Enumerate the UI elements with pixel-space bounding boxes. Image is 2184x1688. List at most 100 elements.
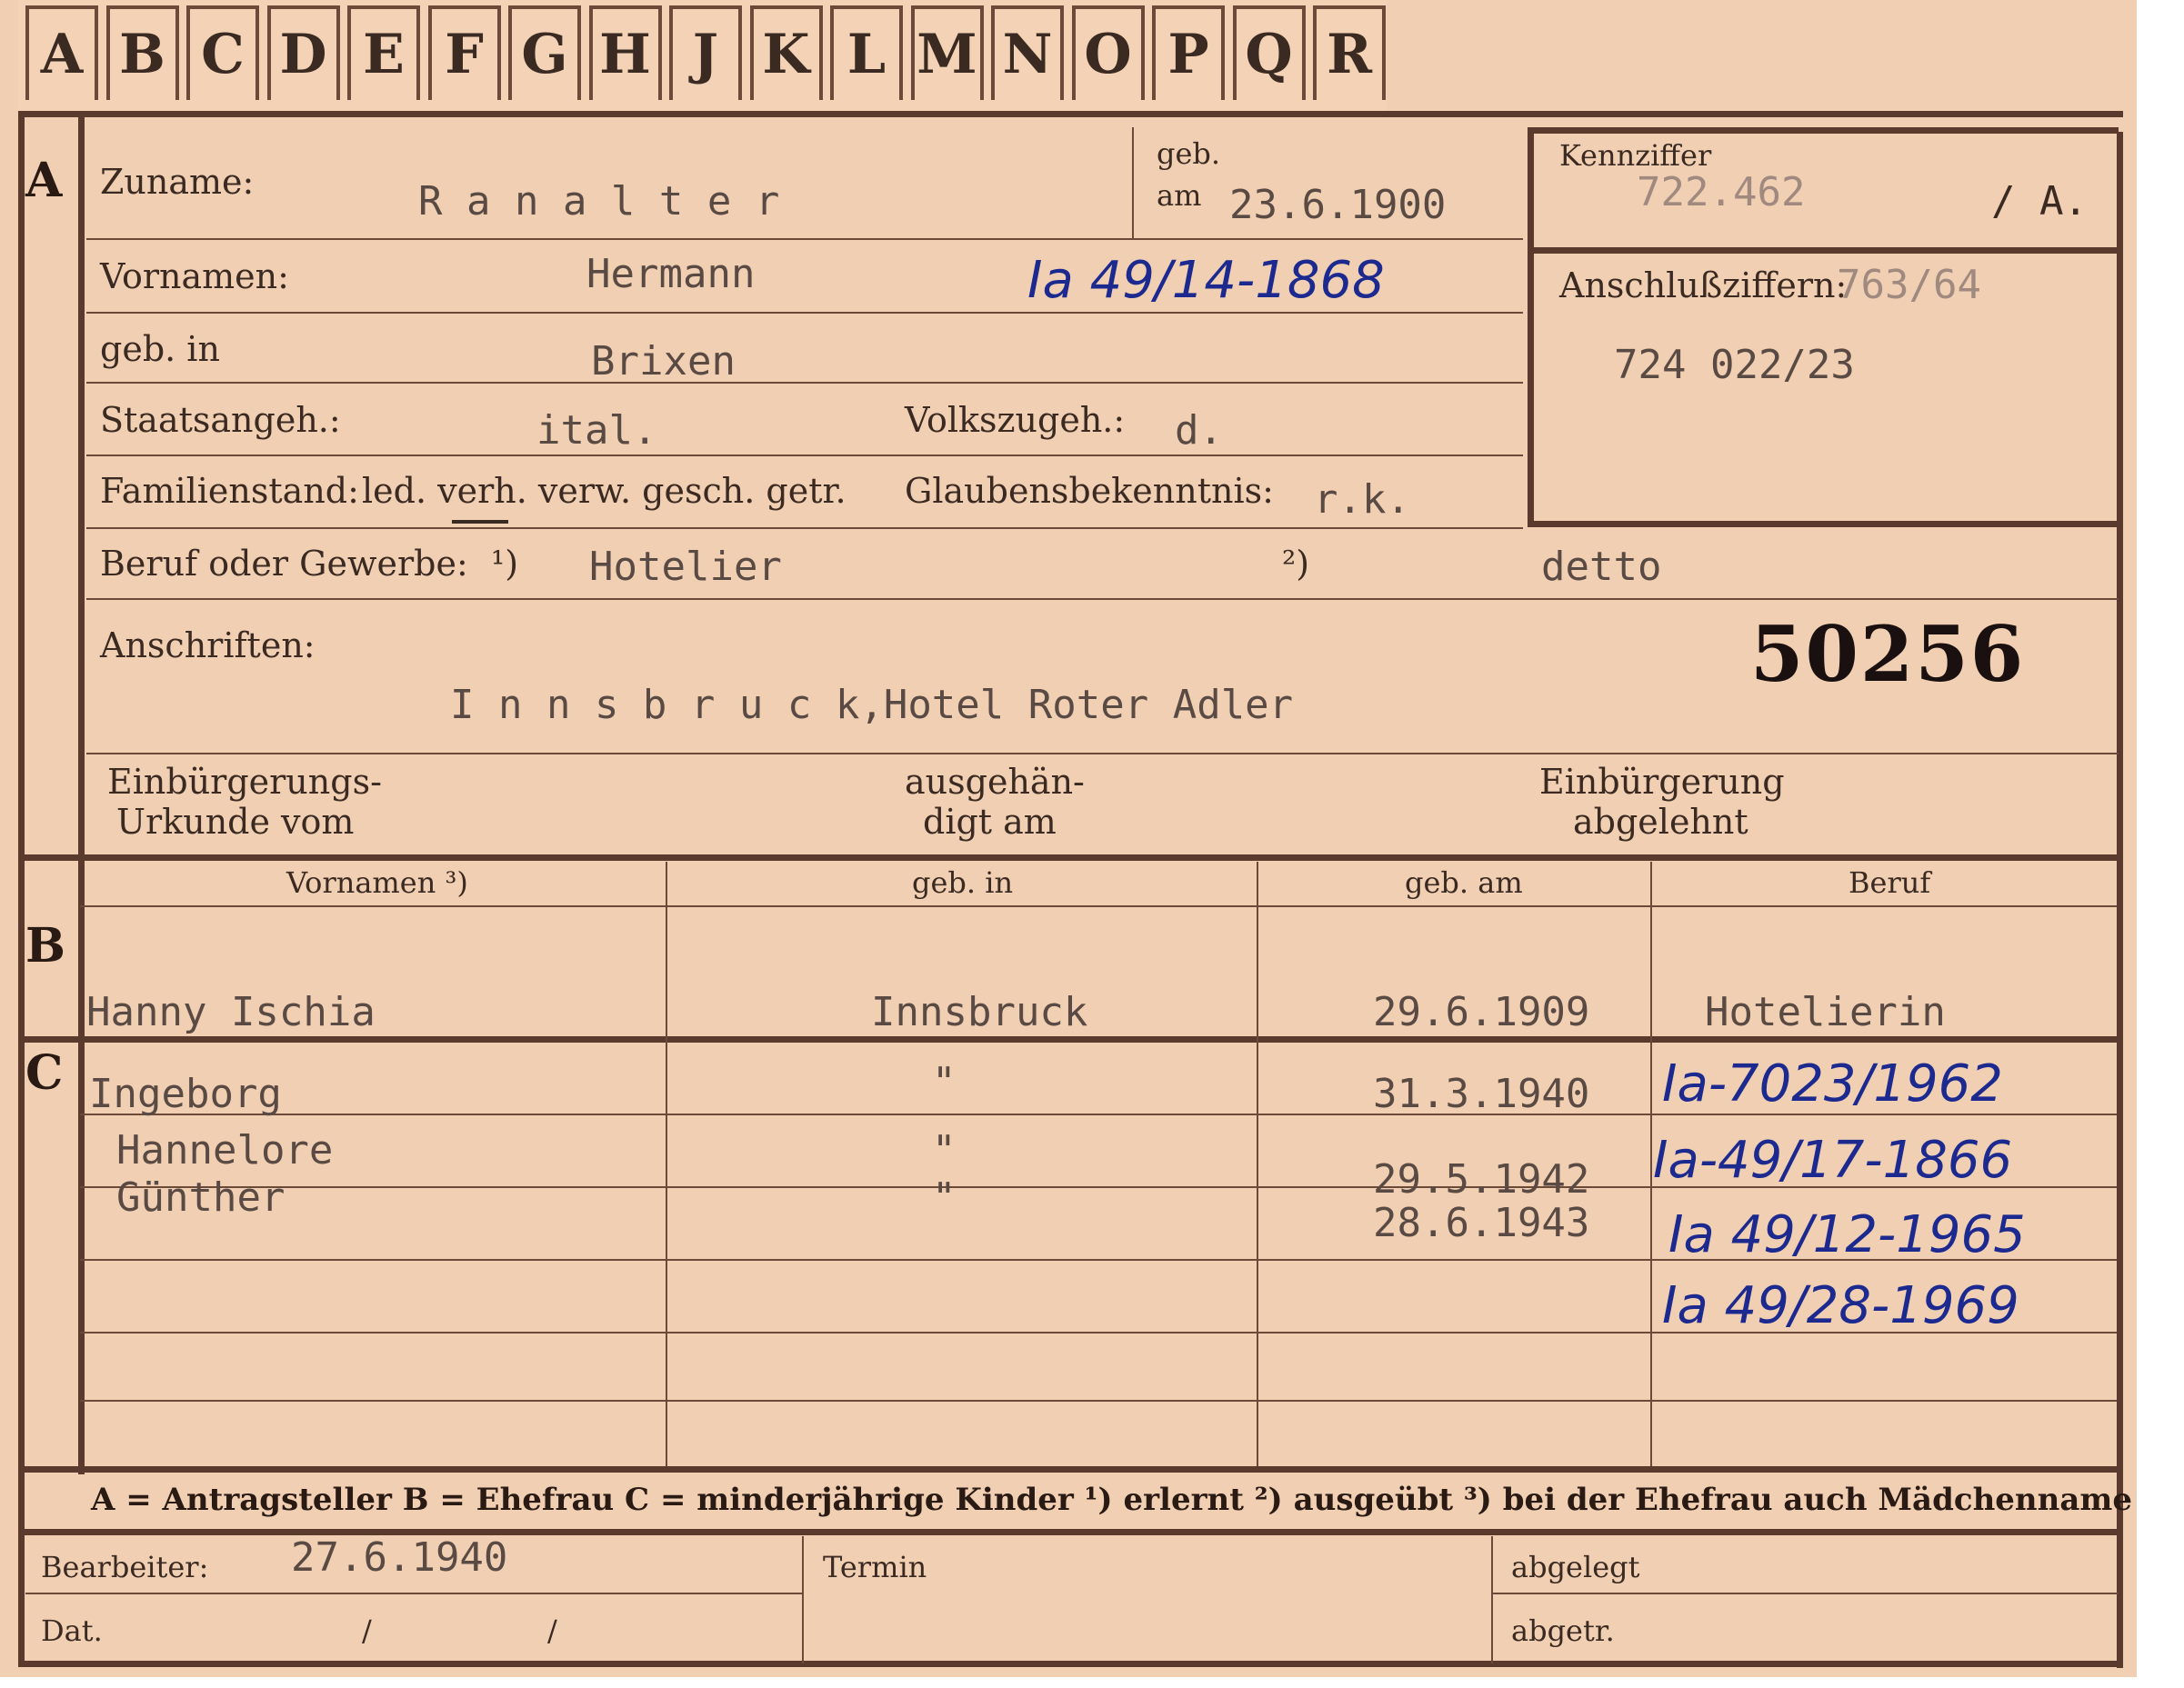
section-b-letter: B: [25, 918, 65, 974]
child-4-handwritten: Ia 49/28-1969: [1662, 1276, 2019, 1335]
alphabet-tab: O: [1071, 5, 1145, 100]
abgelehnt-label-1: Einbürgerung: [1539, 762, 1785, 802]
verh-underline: [452, 520, 508, 524]
header-vornamen: Vornamen ³): [286, 865, 468, 900]
einb-label-1: Einbürgerungs-: [107, 762, 382, 802]
geb-in-label: geb. in: [100, 329, 220, 369]
beruf-value: Hotelier: [589, 544, 782, 590]
table-row-line: [80, 1114, 2117, 1115]
kennziffer-value: 722.462: [1637, 169, 1806, 215]
anschriften-label: Anschriften:: [100, 625, 316, 665]
table-col-line: [666, 862, 667, 1466]
header-geb-am: geb. am: [1405, 865, 1523, 900]
child-2-geb-am: 29.5.1942: [1373, 1156, 1590, 1203]
alphabet-tab: D: [266, 5, 340, 100]
alphabet-tab: K: [749, 5, 823, 100]
alphabet-tab: B: [105, 5, 179, 100]
anschriften-value: I n n s b r u c k,Hotel Roter Adler: [450, 682, 1294, 728]
alphabet-tab: L: [830, 5, 903, 100]
section-c-letter: C: [25, 1045, 64, 1101]
frame-top: [18, 111, 2123, 117]
spouse-geb-in: Innsbruck: [871, 989, 1088, 1035]
zuname-label: Zuname:: [100, 162, 255, 202]
file-number: 50256: [1750, 609, 2026, 699]
registration-card: ABCDEFGHJKLMNOPQR A B C Zuname: R a n a …: [0, 0, 2137, 1677]
geb-am-value: 23.6.1900: [1229, 182, 1447, 228]
kennziffer-suffix: / A.: [1991, 178, 2088, 225]
abgetr-label: abgetr.: [1511, 1613, 1615, 1648]
dat-slash-1: /: [362, 1613, 372, 1648]
section-column-divider: [78, 111, 85, 1474]
glaubens-label: Glaubensbekenntnis:: [905, 471, 1274, 511]
table-header-line: [80, 905, 2117, 907]
bearbeiter-label: Bearbeiter:: [41, 1550, 209, 1584]
row-line: [86, 454, 1523, 456]
abgelehnt-label-2: abgelehnt: [1573, 802, 1748, 842]
anschluss-label: Anschlußziffern:: [1559, 265, 1848, 305]
child-1-geb-am: 31.3.1940: [1373, 1071, 1590, 1117]
termin-label: Termin: [823, 1550, 927, 1584]
table-row-line: [80, 1400, 2117, 1402]
child-1-vornamen: Ingeborg: [89, 1071, 282, 1117]
footer-row-line: [25, 1593, 802, 1594]
child-3-geb-am: 28.6.1943: [1373, 1200, 1590, 1246]
alphabet-tab: N: [991, 5, 1064, 100]
kennziffer-label: Kennziffer: [1559, 138, 1712, 173]
zuname-value: R a n a l t e r: [418, 178, 780, 225]
alphabet-tab: E: [347, 5, 420, 100]
vornamen-label: Vornamen:: [100, 256, 289, 296]
row-line: [86, 598, 2119, 600]
beruf-value-2: detto: [1541, 544, 1662, 590]
volks-value: d.: [1175, 407, 1223, 454]
dat-label: Dat.: [41, 1613, 103, 1648]
alphabet-tab: G: [508, 5, 581, 100]
anschluss-value-1: 763/64: [1837, 262, 1981, 308]
ausgeh-label-1: ausgehän-: [905, 762, 1085, 802]
vornamen-handwritten: Ia 49/14-1868: [1027, 251, 1385, 310]
table-col-line: [1257, 862, 1258, 1466]
alphabet-tab: Q: [1232, 5, 1306, 100]
footer-col-line: [1491, 1536, 1493, 1663]
section-a-letter: A: [25, 153, 63, 208]
child-2-vornamen: Hannelore: [116, 1127, 334, 1174]
frame-left: [18, 111, 25, 1667]
alphabet-tab: M: [910, 5, 984, 100]
section-c-top: [18, 1036, 2123, 1043]
section-b-top: [18, 854, 2123, 861]
alphabet-tab: F: [427, 5, 501, 100]
geb-label: geb.: [1157, 136, 1221, 171]
child-3-vornamen: Günther: [116, 1174, 286, 1221]
row-line: [86, 312, 1523, 314]
geb-divider: [1132, 127, 1134, 238]
child-2-handwritten: Ia-49/17-1866: [1653, 1131, 2013, 1190]
footer-row-line: [1491, 1593, 2119, 1594]
child-1-geb-in: ": [932, 1059, 957, 1105]
geb-in-value: Brixen: [591, 338, 736, 385]
staats-value: ital.: [536, 407, 657, 454]
alphabet-tab: H: [588, 5, 662, 100]
einb-label-2: Urkunde vom: [116, 802, 355, 842]
footer-col-line: [802, 1536, 804, 1663]
row-line: [86, 527, 1523, 529]
glaubens-value: r.k.: [1314, 476, 1410, 523]
familien-options: led. verh. verw. gesch. getr.: [362, 471, 847, 511]
beruf-note-2: ²): [1282, 544, 1310, 584]
header-geb-in: geb. in: [912, 865, 1014, 900]
row-line: [86, 382, 1523, 384]
dat-slash-2: /: [547, 1613, 557, 1648]
child-3-geb-in: ": [932, 1174, 957, 1221]
kennziffer-box-divider: [1528, 247, 2119, 254]
anschluss-value-2: 724 022/23: [1614, 342, 1855, 388]
row-line: [86, 238, 1523, 240]
row-line: [86, 753, 2119, 754]
frame-bottom: [18, 1661, 2123, 1667]
beruf-note-1: ¹): [491, 544, 519, 584]
alphabet-tab: J: [669, 5, 742, 100]
alphabet-tab: R: [1313, 5, 1386, 100]
bearbeiter-value: 27.6.1940: [291, 1534, 508, 1581]
ausgeh-label-2: digt am: [923, 802, 1057, 842]
table-col-line: [1650, 862, 1652, 1466]
alphabet-tab: A: [25, 5, 98, 100]
legend: A = Antragsteller B = Ehefrau C = minder…: [91, 1482, 2132, 1518]
spouse-geb-am: 29.6.1909: [1373, 989, 1590, 1035]
